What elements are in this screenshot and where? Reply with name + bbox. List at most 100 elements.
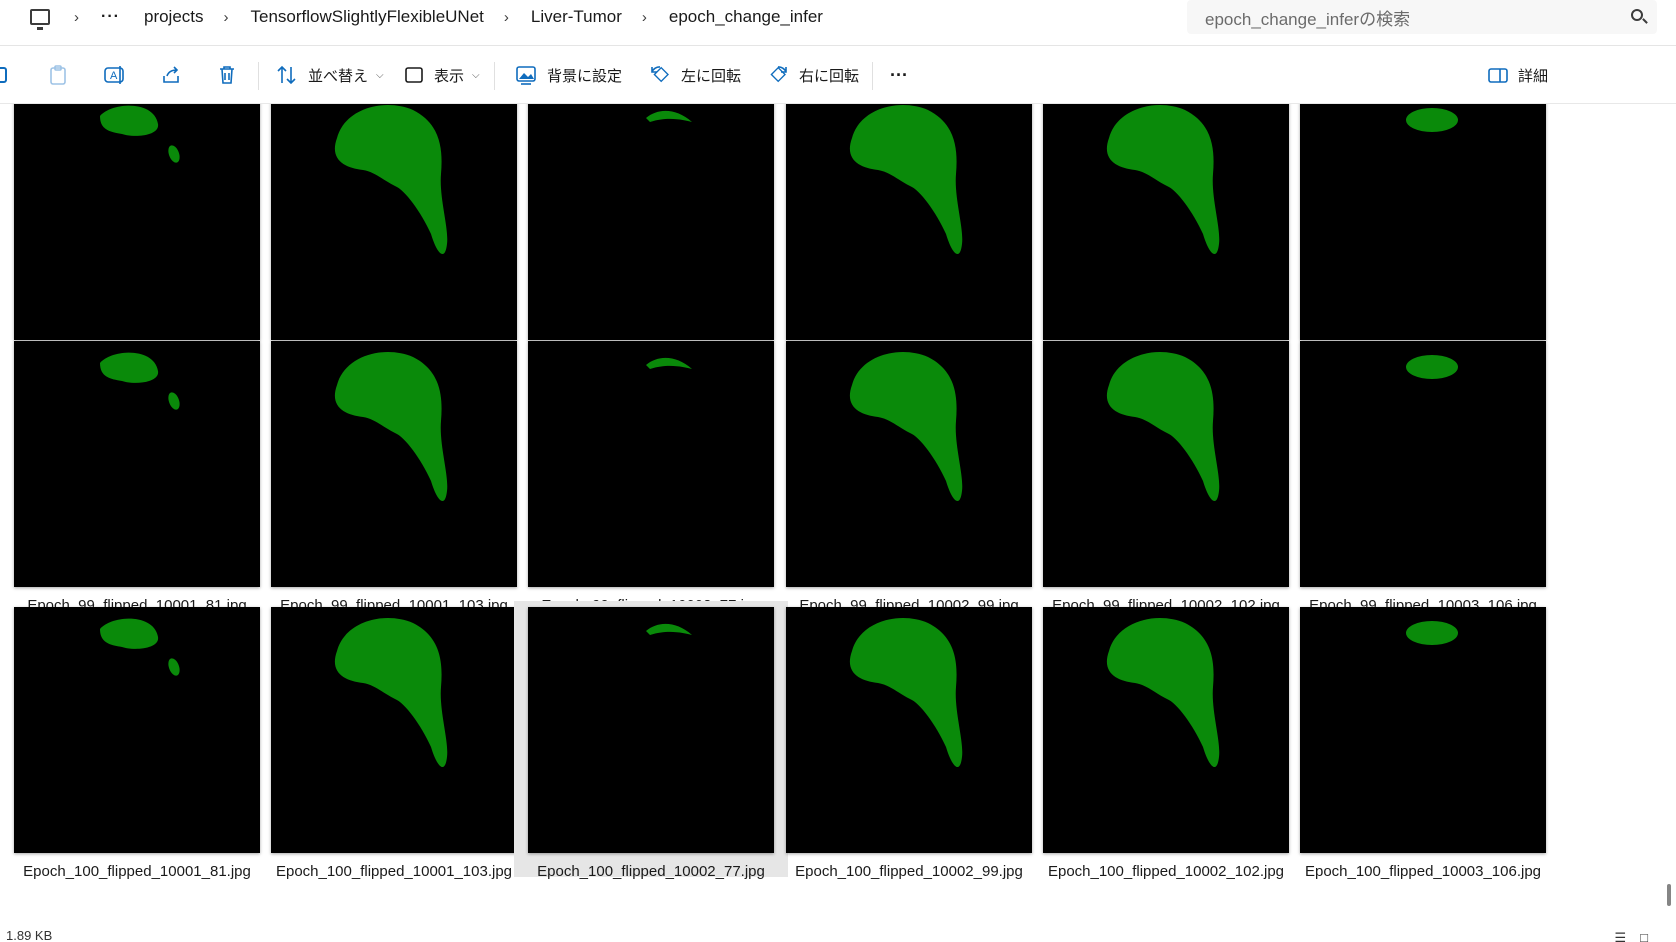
file-tile[interactable]: Epoch_99_flipped_10002_102.jpg bbox=[1029, 341, 1303, 614]
image-thumbnail[interactable] bbox=[271, 104, 517, 340]
view-button[interactable]: 表示 ⌵ bbox=[404, 46, 480, 104]
selection-size: 1.89 KB bbox=[6, 928, 53, 942]
image-thumbnail[interactable] bbox=[1043, 341, 1289, 587]
image-thumbnail[interactable] bbox=[1300, 607, 1546, 853]
share-button[interactable] bbox=[161, 46, 181, 104]
rename-button[interactable]: A bbox=[104, 46, 126, 104]
file-tile[interactable]: Epoch_99_flipped_10001_103.jpg bbox=[257, 341, 531, 614]
rotate-left-button[interactable]: 左に回転 bbox=[649, 46, 741, 104]
file-tile[interactable]: Epoch_98_flipped_10002_102.jpg bbox=[1029, 104, 1303, 367]
file-name: Epoch_100_flipped_10002_99.jpg bbox=[795, 863, 1023, 880]
search-placeholder: epoch_change_inferの検索 bbox=[1205, 9, 1411, 29]
segmentation-mask-image bbox=[849, 105, 963, 255]
file-tile[interactable]: Epoch_98_flipped_10002_77.jpg bbox=[514, 104, 788, 367]
file-tile[interactable]: Epoch_99_flipped_10003_106.jpg bbox=[1286, 341, 1560, 614]
file-tile[interactable]: Epoch_98_flipped_10001_81.jpg bbox=[0, 104, 274, 367]
image-thumbnail[interactable] bbox=[1300, 104, 1546, 340]
toolbar-divider bbox=[258, 62, 259, 90]
file-tile[interactable]: Epoch_100_flipped_10002_102.jpg bbox=[1029, 607, 1303, 880]
svg-text:A: A bbox=[110, 70, 118, 82]
image-thumbnail[interactable] bbox=[271, 341, 517, 587]
toolbar-divider bbox=[872, 62, 873, 90]
image-thumbnail[interactable] bbox=[1043, 104, 1289, 340]
file-tile[interactable]: Epoch_100_flipped_10002_99.jpg bbox=[772, 607, 1046, 880]
details-button[interactable]: 詳細 bbox=[1488, 46, 1548, 104]
breadcrumb: › ··· projects › TensorflowSlightlyFlexi… bbox=[0, 0, 843, 34]
file-tile[interactable]: Epoch_99_flipped_10002_99.jpg bbox=[772, 341, 1046, 614]
chevron-right-icon[interactable]: › bbox=[224, 9, 229, 26]
clipboard-icon bbox=[50, 65, 66, 85]
file-tile[interactable]: Epoch_100_flipped_10001_81.jpg bbox=[0, 607, 274, 880]
file-tile[interactable]: Epoch_98_flipped_10003_106.jpg bbox=[1286, 104, 1560, 367]
sort-button[interactable]: 並べ替え ⌵ bbox=[276, 46, 384, 104]
chevron-down-icon: ⌵ bbox=[472, 69, 480, 81]
segmentation-mask-image bbox=[646, 357, 692, 369]
file-tile[interactable]: Epoch_100_flipped_10001_103.jpg bbox=[257, 607, 531, 880]
new-item-icon bbox=[0, 67, 7, 83]
rename-icon: A bbox=[104, 66, 124, 84]
image-thumbnail[interactable] bbox=[14, 341, 260, 587]
scrollbar-thumb[interactable] bbox=[1667, 884, 1671, 906]
segmentation-mask-image bbox=[1106, 352, 1220, 502]
segmentation-mask-image bbox=[1406, 621, 1458, 645]
breadcrumb-more-button[interactable]: ··· bbox=[101, 8, 120, 26]
new-button[interactable] bbox=[0, 46, 12, 104]
paste-button[interactable] bbox=[48, 46, 68, 104]
rotate-right-label: 右に回転 bbox=[799, 67, 860, 85]
file-name: Epoch_100_flipped_10001_103.jpg bbox=[275, 863, 513, 880]
file-tile[interactable]: Epoch_100_flipped_10003_106.jpg bbox=[1286, 607, 1560, 880]
this-pc-icon[interactable] bbox=[30, 9, 50, 30]
file-tile[interactable]: Epoch_100_flipped_10002_77.jpg bbox=[514, 601, 788, 880]
segmentation-mask-image bbox=[1106, 618, 1220, 768]
image-thumbnail[interactable] bbox=[14, 607, 260, 853]
vertical-scrollbar[interactable] bbox=[1662, 104, 1676, 930]
file-grid: Epoch_98_flipped_10001_81.jpgEpoch_98_fl… bbox=[0, 104, 1660, 930]
file-name: Epoch_100_flipped_10002_102.jpg bbox=[1047, 863, 1285, 880]
image-thumbnail[interactable] bbox=[528, 104, 774, 340]
image-thumbnail[interactable] bbox=[271, 607, 517, 853]
breadcrumb-item-unet[interactable]: TensorflowSlightlyFlexibleUNet bbox=[251, 7, 484, 27]
set-background-label: 背景に設定 bbox=[547, 67, 623, 85]
segmentation-mask-image bbox=[334, 618, 448, 768]
image-thumbnail[interactable] bbox=[786, 104, 1032, 340]
segmentation-mask-image bbox=[1106, 105, 1220, 255]
view-toggle[interactable]: ☰□ bbox=[1614, 930, 1662, 942]
search-input[interactable]: epoch_change_inferの検索 bbox=[1187, 0, 1657, 34]
image-thumbnail[interactable] bbox=[528, 607, 774, 853]
image-thumbnail[interactable] bbox=[14, 104, 260, 340]
segmentation-mask-image bbox=[100, 618, 180, 676]
file-tile[interactable]: Epoch_99_flipped_10002_77.jpg bbox=[514, 341, 788, 614]
command-bar: A 並べ替え ⌵ 表示 ⌵ 背景に設定 左に回転 右に回転 ··· 詳細 bbox=[0, 46, 1676, 104]
segmentation-mask-image bbox=[1406, 355, 1458, 379]
image-thumbnail[interactable] bbox=[528, 341, 774, 587]
view-icon bbox=[405, 67, 423, 83]
file-tile[interactable]: Epoch_98_flipped_10001_103.jpg bbox=[257, 104, 531, 367]
wallpaper-icon bbox=[516, 66, 536, 85]
image-thumbnail[interactable] bbox=[1300, 341, 1546, 587]
view-label: 表示 bbox=[434, 67, 465, 85]
image-thumbnail[interactable] bbox=[1043, 607, 1289, 853]
breadcrumb-item-projects[interactable]: projects bbox=[144, 7, 204, 27]
image-thumbnail[interactable] bbox=[786, 607, 1032, 853]
rotate-right-button[interactable]: 右に回転 bbox=[767, 46, 859, 104]
delete-button[interactable] bbox=[218, 46, 236, 104]
set-background-button[interactable]: 背景に設定 bbox=[515, 46, 622, 104]
toolbar-divider bbox=[494, 62, 495, 90]
segmentation-mask-image bbox=[849, 618, 963, 768]
file-tile[interactable]: Epoch_98_flipped_10002_99.jpg bbox=[772, 104, 1046, 367]
segmentation-mask-image bbox=[646, 110, 692, 122]
chevron-right-icon[interactable]: › bbox=[74, 9, 79, 26]
segmentation-mask-image bbox=[1406, 108, 1458, 132]
search-icon[interactable] bbox=[1631, 9, 1643, 21]
status-bar: 1.89 KB ☰□ bbox=[0, 928, 1676, 942]
chevron-right-icon[interactable]: › bbox=[504, 9, 509, 26]
trash-icon bbox=[220, 66, 234, 84]
breadcrumb-item-liver-tumor[interactable]: Liver-Tumor bbox=[531, 7, 622, 27]
breadcrumb-item-current[interactable]: epoch_change_infer bbox=[669, 7, 823, 27]
image-thumbnail[interactable] bbox=[786, 341, 1032, 587]
rotate-left-label: 左に回転 bbox=[681, 67, 742, 85]
sort-label: 並べ替え bbox=[308, 67, 369, 85]
file-tile[interactable]: Epoch_99_flipped_10001_81.jpg bbox=[0, 341, 274, 614]
chevron-right-icon[interactable]: › bbox=[642, 9, 647, 26]
more-options-button[interactable]: ··· bbox=[890, 46, 908, 104]
